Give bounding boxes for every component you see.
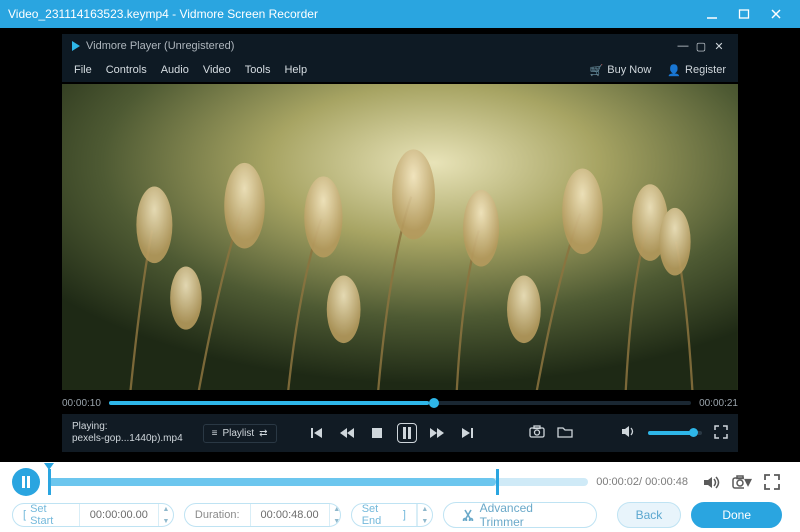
menu-audio[interactable]: Audio <box>161 64 189 76</box>
end-down-icon[interactable]: ▼ <box>418 515 432 527</box>
window-title: Video_231114163523.keymp4 - Vidmore Scre… <box>8 7 318 21</box>
player-maximize-button[interactable]: ▢ <box>692 40 710 53</box>
trim-editor: 00:00:02/ 00:00:48 ▾ [ Set Start 00:00:0… <box>0 462 800 532</box>
stop-icon[interactable] <box>367 423 387 443</box>
volume-icon[interactable] <box>621 425 636 441</box>
set-end-button[interactable]: Set End ] <box>352 504 417 526</box>
trim-track[interactable] <box>48 471 588 493</box>
fullscreen-icon[interactable] <box>714 425 728 442</box>
expand-icon[interactable] <box>762 472 782 492</box>
next-track-icon[interactable] <box>457 423 477 443</box>
set-start-button[interactable]: [ Set Start <box>13 504 80 526</box>
duration-down-icon[interactable]: ▼ <box>330 515 341 527</box>
pause-button[interactable] <box>397 423 417 443</box>
register-link[interactable]: 👤 Register <box>667 64 726 77</box>
menu-controls[interactable]: Controls <box>106 64 147 76</box>
window-maximize-button[interactable] <box>728 0 760 28</box>
advanced-trimmer-button[interactable]: Advanced Trimmer <box>443 502 597 528</box>
start-down-icon[interactable]: ▼ <box>159 515 173 527</box>
player-brand: Vidmore Player (Unregistered) <box>86 40 234 52</box>
preview-panel: Vidmore Player (Unregistered) — ▢ ✕ File… <box>0 28 800 462</box>
player-close-button[interactable]: ✕ <box>710 40 728 53</box>
prev-track-icon[interactable] <box>307 423 327 443</box>
player-total-time: 00:00:21 <box>699 398 738 409</box>
trim-handle-end[interactable] <box>496 469 499 495</box>
player-current-time: 00:00:10 <box>62 398 101 409</box>
trim-handle-start[interactable] <box>48 469 51 495</box>
now-playing: Playing: pexels-gop...1440p).mp4 <box>72 421 183 445</box>
start-up-icon[interactable]: ▲ <box>159 503 173 515</box>
snapshot-icon[interactable] <box>529 425 545 441</box>
window-titlebar: Video_231114163523.keymp4 - Vidmore Scre… <box>0 0 800 28</box>
player-header: Vidmore Player (Unregistered) — ▢ ✕ <box>62 34 738 58</box>
duration-up-icon[interactable]: ▲ <box>330 503 341 515</box>
set-start-box: [ Set Start 00:00:00.00 ▲▼ <box>12 503 174 527</box>
menu-tools[interactable]: Tools <box>245 64 271 76</box>
duration-box: Duration: 00:00:48.00 ▲▼ <box>184 503 341 527</box>
camera-dropdown-icon[interactable]: ▾ <box>732 472 752 492</box>
window-minimize-button[interactable] <box>696 0 728 28</box>
player-menubar: File Controls Audio Video Tools Help 🛒 B… <box>62 58 738 82</box>
now-playing-file: pexels-gop...1440p).mp4 <box>72 433 183 445</box>
player-logo-icon <box>72 41 80 51</box>
video-canvas[interactable] <box>62 84 738 390</box>
forward-icon[interactable] <box>427 423 447 443</box>
playlist-button[interactable]: ≡ Playlist ⇄ <box>203 424 277 443</box>
menu-video[interactable]: Video <box>203 64 231 76</box>
mute-icon[interactable] <box>702 472 722 492</box>
window-close-button[interactable] <box>760 0 792 28</box>
buy-now-link[interactable]: 🛒 Buy Now <box>590 64 652 77</box>
editor-play-button[interactable] <box>12 468 40 496</box>
done-button[interactable]: Done <box>691 502 782 528</box>
menu-help[interactable]: Help <box>284 64 307 76</box>
player-controls: Playing: pexels-gop...1440p).mp4 ≡ Playl… <box>62 414 738 452</box>
set-end-box: Set End ] ▲▼ <box>351 503 433 527</box>
start-value[interactable]: 00:00:00.00 <box>80 509 158 521</box>
duration-label: Duration: <box>185 504 251 526</box>
player-seekbar[interactable]: 00:00:10 00:00:21 <box>62 394 738 412</box>
end-up-icon[interactable]: ▲ <box>418 503 432 515</box>
volume-slider[interactable] <box>648 431 702 435</box>
menu-file[interactable]: File <box>74 64 92 76</box>
rewind-icon[interactable] <box>337 423 357 443</box>
editor-time-display: 00:00:02/ 00:00:48 <box>596 476 688 488</box>
duration-value[interactable]: 00:00:48.00 <box>251 509 329 521</box>
seek-track[interactable] <box>109 401 691 405</box>
player-minimize-button[interactable]: — <box>674 40 692 52</box>
open-folder-icon[interactable] <box>557 425 573 441</box>
back-button[interactable]: Back <box>617 502 682 528</box>
now-playing-label: Playing: <box>72 421 183 433</box>
